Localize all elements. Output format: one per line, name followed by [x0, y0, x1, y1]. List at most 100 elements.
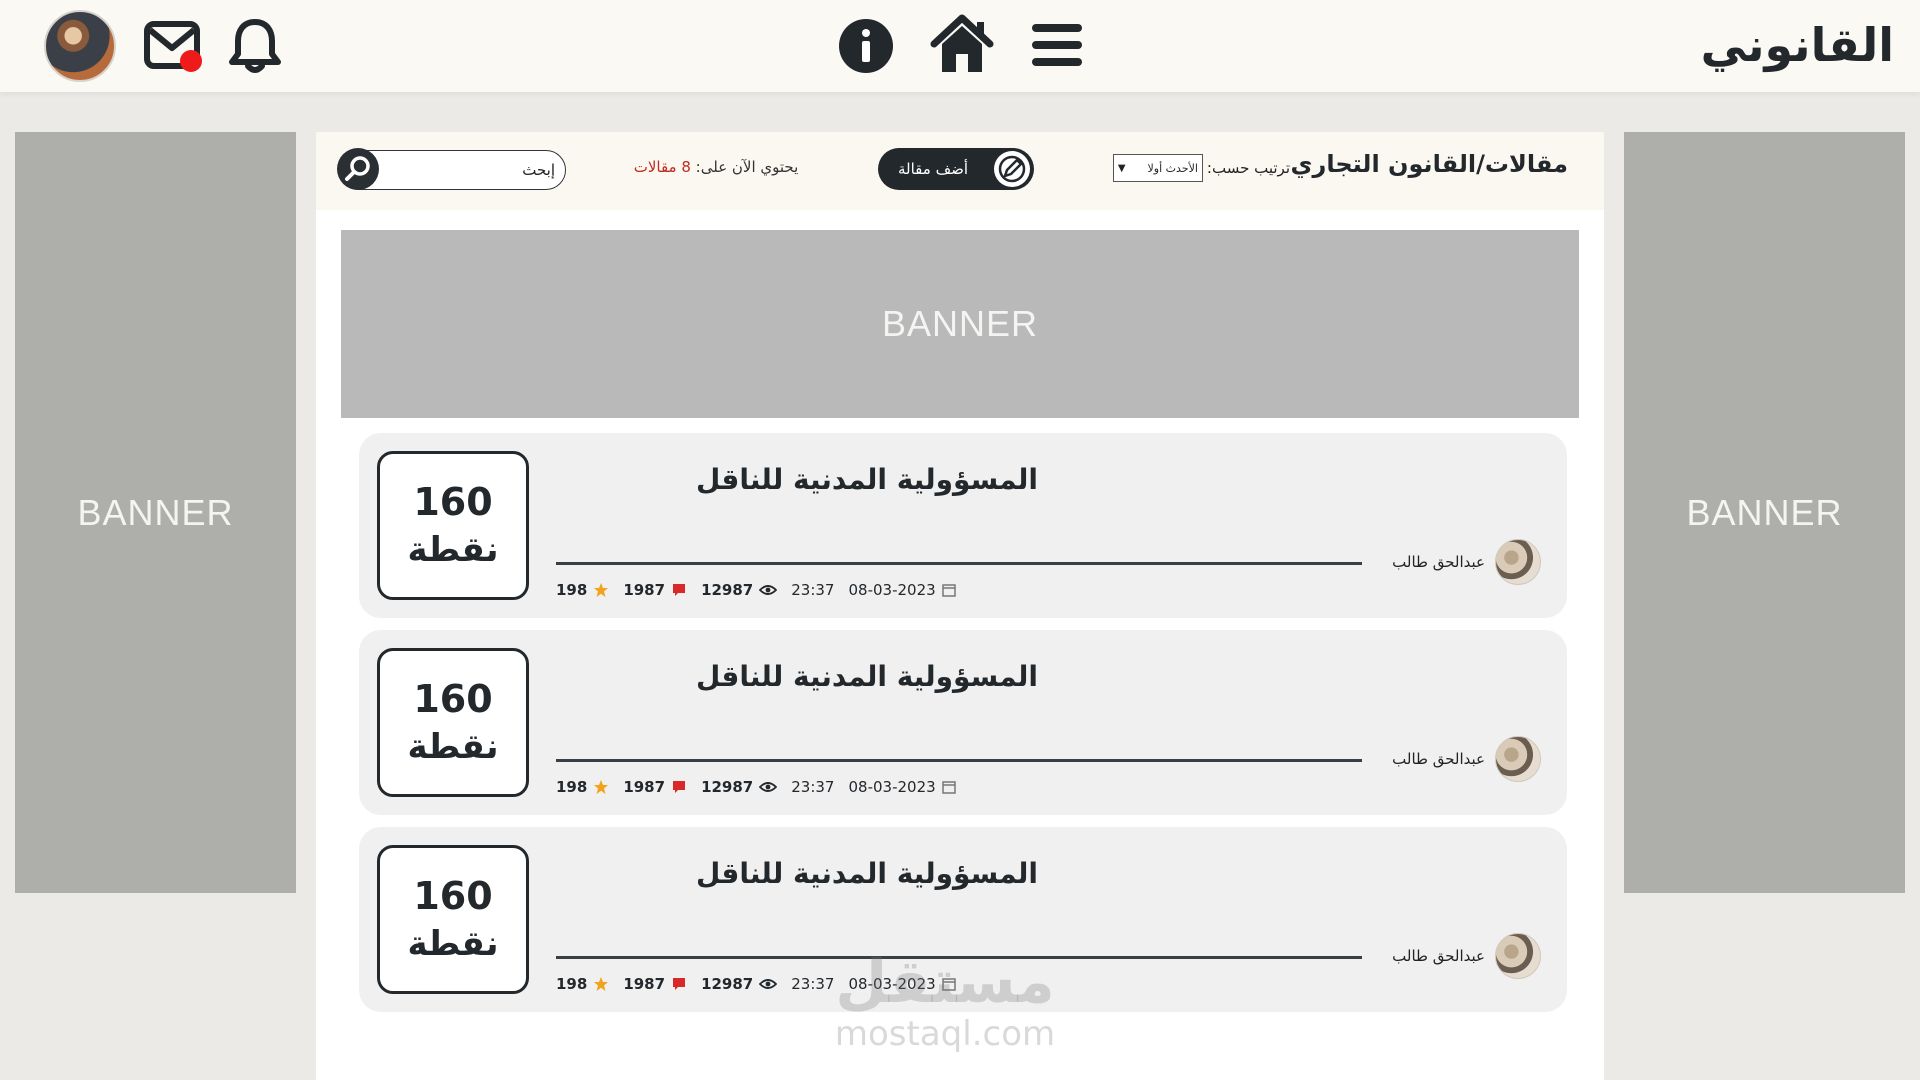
article-card[interactable]: 160 نقطة المسؤولية المدنية للناقل عبدالح…: [359, 433, 1567, 618]
points-label: نقطة: [407, 726, 499, 767]
star-icon: [594, 780, 609, 794]
home-button[interactable]: [930, 14, 994, 74]
eye-icon: [759, 585, 778, 595]
date-value: 08-03-2023: [848, 581, 936, 599]
article-card[interactable]: 160 نقطة المسؤولية المدنية للناقل عبدالح…: [359, 630, 1567, 815]
author-name: عبدالحق طالب: [1392, 750, 1485, 768]
notification-dot: [180, 50, 202, 72]
comments-count: 1987: [623, 975, 687, 993]
views-count: 12987: [701, 581, 778, 599]
star-icon: [594, 583, 609, 597]
main-content: يحتوي الآن على: 8 مقالات أضف مقالة ترتيب…: [316, 132, 1604, 1080]
article-meta: 198 1987 12987 23:37 08-03-2023: [556, 972, 956, 996]
author-name: عبدالحق طالب: [1392, 553, 1485, 571]
article-date: 08-03-2023: [848, 581, 956, 599]
stars-count: 198: [556, 778, 609, 796]
points-value: 160: [413, 676, 493, 721]
views-value: 12987: [701, 778, 754, 796]
stars-value: 198: [556, 581, 588, 599]
article-title[interactable]: المسؤولية المدنية للناقل: [555, 660, 1179, 693]
comment-icon: [673, 781, 686, 793]
divider: [556, 562, 1362, 565]
sort-label: ترتيب حسب:: [1206, 159, 1290, 177]
info-button[interactable]: [838, 18, 894, 74]
author-name: عبدالحق طالب: [1392, 947, 1485, 965]
author-avatar: [1495, 539, 1541, 585]
article-time: 23:37: [791, 975, 835, 993]
add-article-button[interactable]: أضف مقالة: [878, 148, 1034, 190]
search-button[interactable]: [337, 148, 379, 190]
views-count: 12987: [701, 975, 778, 993]
stars-count: 198: [556, 975, 609, 993]
user-avatar[interactable]: [44, 10, 116, 82]
page-title: مقالات/القانون التجاري: [1290, 150, 1568, 178]
stars-value: 198: [556, 975, 588, 993]
eye-icon: [759, 979, 778, 989]
points-value: 160: [413, 479, 493, 524]
article-author[interactable]: عبدالحق طالب: [1392, 735, 1541, 783]
site-logo[interactable]: القانوني: [1701, 10, 1894, 80]
search-input[interactable]: [383, 155, 555, 185]
sort-control: ترتيب حسب: ▼ الأحدث أولا: [1090, 152, 1290, 184]
articles-count-value: 8 مقالات: [633, 158, 691, 176]
article-author[interactable]: عبدالحق طالب: [1392, 932, 1541, 980]
points-box: 160 نقطة: [377, 648, 529, 797]
add-article-label: أضف مقالة: [898, 160, 969, 178]
left-banner[interactable]: BANNER: [15, 132, 296, 893]
eye-icon: [759, 782, 778, 792]
comment-icon: [673, 978, 686, 990]
sort-select[interactable]: ▼ الأحدث أولا: [1112, 154, 1203, 182]
menu-icon: [1032, 24, 1082, 66]
search-icon: [345, 156, 370, 181]
article-card[interactable]: 160 نقطة المسؤولية المدنية للناقل عبدالح…: [359, 827, 1567, 1012]
calendar-icon: [941, 781, 956, 794]
article-title[interactable]: المسؤولية المدنية للناقل: [555, 857, 1179, 890]
article-date: 08-03-2023: [848, 778, 956, 796]
stars-count: 198: [556, 581, 609, 599]
home-icon: [930, 14, 994, 72]
author-avatar: [1495, 736, 1541, 782]
top-banner[interactable]: BANNER: [341, 230, 1579, 418]
views-value: 12987: [701, 975, 754, 993]
comments-value: 1987: [623, 975, 666, 993]
date-value: 08-03-2023: [848, 778, 936, 796]
article-time: 23:37: [791, 778, 835, 796]
points-box: 160 نقطة: [377, 451, 529, 600]
search-box: [337, 148, 566, 190]
notifications-button[interactable]: [226, 16, 284, 76]
points-box: 160 نقطة: [377, 845, 529, 994]
views-count: 12987: [701, 778, 778, 796]
points-value: 160: [413, 873, 493, 918]
article-meta: 198 1987 12987 23:37 08-03-2023: [556, 775, 956, 799]
stars-value: 198: [556, 778, 588, 796]
comments-value: 1987: [623, 778, 666, 796]
star-icon: [594, 977, 609, 991]
messages-button[interactable]: [144, 18, 202, 74]
articles-count-label: يحتوي الآن على:: [695, 158, 799, 176]
articles-toolbar: يحتوي الآن على: 8 مقالات أضف مقالة ترتيب…: [316, 132, 1604, 210]
article-time: 23:37: [791, 581, 835, 599]
sort-selected-value: الأحدث أولا: [1147, 161, 1198, 175]
views-value: 12987: [701, 581, 754, 599]
comments-value: 1987: [623, 581, 666, 599]
comments-count: 1987: [623, 778, 687, 796]
date-value: 08-03-2023: [848, 975, 936, 993]
articles-count: يحتوي الآن على: 8 مقالات: [626, 158, 806, 176]
comments-count: 1987: [623, 581, 687, 599]
calendar-icon: [941, 978, 956, 991]
points-label: نقطة: [407, 923, 499, 964]
author-avatar: [1495, 933, 1541, 979]
calendar-icon: [941, 584, 956, 597]
divider: [556, 759, 1362, 762]
bell-icon: [229, 19, 281, 73]
points-label: نقطة: [407, 529, 499, 570]
menu-button[interactable]: [1030, 20, 1084, 70]
comment-icon: [673, 584, 686, 596]
article-date: 08-03-2023: [848, 975, 956, 993]
article-meta: 198 1987 12987 23:37 08-03-2023: [556, 578, 956, 602]
divider: [556, 956, 1362, 959]
article-author[interactable]: عبدالحق طالب: [1392, 538, 1541, 586]
dropdown-arrow-icon: ▼: [1117, 162, 1126, 174]
right-banner[interactable]: BANNER: [1624, 132, 1905, 893]
article-title[interactable]: المسؤولية المدنية للناقل: [555, 463, 1179, 496]
